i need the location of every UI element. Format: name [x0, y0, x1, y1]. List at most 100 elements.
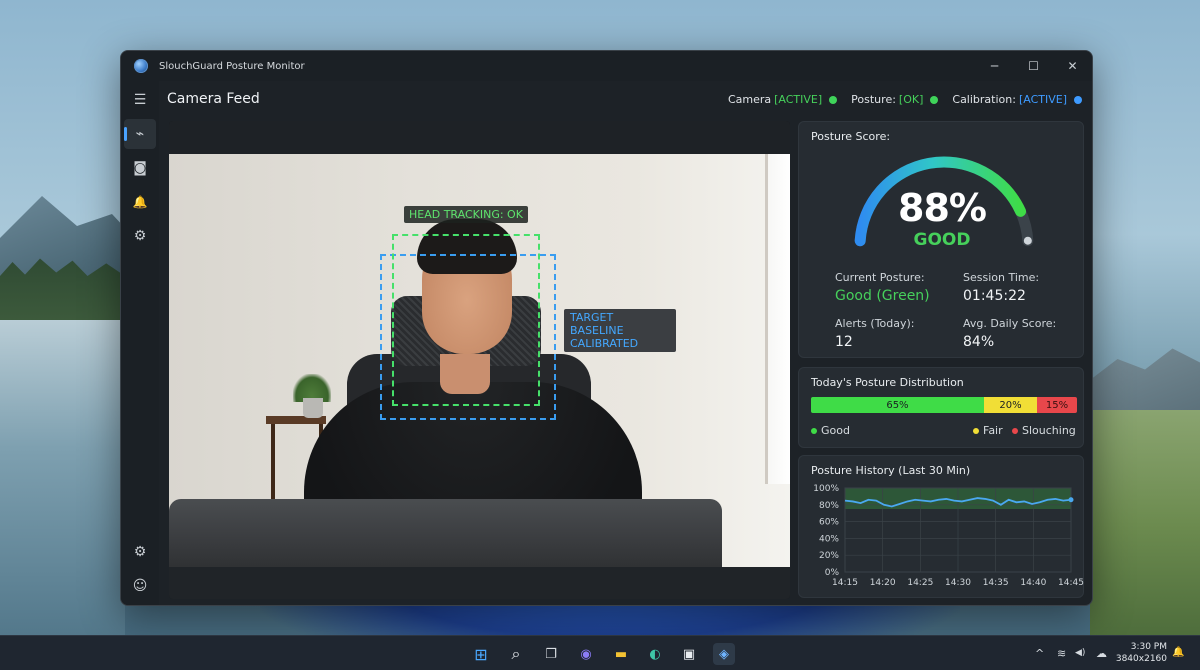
- y-tick-label: 40%: [819, 534, 839, 544]
- posture-status-name: Posture:: [851, 93, 896, 106]
- legend-fair: Fair: [973, 424, 1003, 437]
- calibration-status-state: [ACTIVE]: [1018, 93, 1067, 106]
- wallpaper-lake-left: [0, 320, 125, 640]
- posture-distribution-card: Today's Posture Distribution 65% 20% 15%…: [798, 367, 1084, 448]
- settings-gear-icon[interactable]: ⚙: [124, 537, 156, 567]
- current-posture-label: Current Posture:: [835, 271, 925, 284]
- alerts-value: 12: [835, 334, 853, 350]
- wallpaper-field-right: [1090, 410, 1200, 640]
- camera-video-frame: HEAD TRACKING: OK TARGET BASELINE CALIBR…: [169, 154, 790, 567]
- store-icon[interactable]: ▣: [678, 643, 700, 665]
- camera-status-name: Camera: [727, 93, 772, 106]
- edge-browser-icon[interactable]: ◐: [644, 643, 666, 665]
- y-tick-label: 100%: [813, 484, 839, 494]
- bell-icon[interactable]: 🔔: [124, 187, 156, 217]
- legend-slouching: Slouching: [1012, 424, 1076, 437]
- x-tick-label: 14:40: [1020, 578, 1046, 588]
- legend-good-dot: [811, 427, 817, 434]
- history-title: Posture History (Last 30 Min): [811, 464, 971, 477]
- user-profile-icon[interactable]: ☺: [124, 571, 156, 601]
- x-tick-label: 14:45: [1058, 578, 1084, 588]
- distribution-fair-segment: 20%: [983, 397, 1038, 413]
- posture-status-dot: [930, 95, 939, 104]
- search-icon[interactable]: ⌕: [505, 643, 527, 665]
- avg-score-value: 84%: [963, 334, 995, 350]
- camera-status-dot: [829, 95, 838, 104]
- task-view-icon[interactable]: ❐: [540, 643, 562, 665]
- legend-slouching-dot: [1012, 427, 1018, 434]
- cloud-icon[interactable]: ☁: [1096, 647, 1107, 660]
- wifi-icon[interactable]: ≋: [1057, 647, 1066, 660]
- page-title: Camera Feed: [167, 91, 260, 107]
- x-tick-label: 14:35: [983, 578, 1009, 588]
- gear-icon[interactable]: ⚙: [124, 221, 156, 251]
- current-posture-value: Good (Green): [835, 288, 930, 304]
- head-tracking-label: HEAD TRACKING: OK: [404, 206, 528, 223]
- target-baseline-line2: CALIBRATED: [570, 337, 639, 350]
- distribution-title: Today's Posture Distribution: [811, 376, 964, 389]
- taskbar-clock[interactable]: 3:30 PM 3840x2160: [1116, 641, 1167, 665]
- avg-score-label: Avg. Daily Score:: [963, 317, 1057, 330]
- distribution-slouching-segment: 15%: [1037, 397, 1077, 413]
- app-title: SlouchGuard Posture Monitor: [159, 60, 305, 72]
- head-tracking-box: [392, 234, 540, 406]
- camera-bottom-bar: [169, 567, 790, 599]
- teams-chat-icon[interactable]: ◉: [575, 643, 597, 665]
- calibration-status-name: Calibration:: [952, 93, 1016, 106]
- calibration-status-dot: [1074, 95, 1082, 104]
- posture-score-title: Posture Score:: [811, 130, 891, 143]
- close-button[interactable]: ✕: [1053, 51, 1092, 81]
- hamburger-menu-icon[interactable]: ☰: [124, 85, 156, 115]
- x-tick-label: 14:25: [907, 578, 933, 588]
- score-value: 88%: [898, 186, 987, 230]
- target-baseline-label: TARGET BASELINE CALIBRATED: [564, 309, 676, 352]
- notification-bell-icon[interactable]: 🔔: [1172, 647, 1184, 658]
- camera-feed-panel[interactable]: HEAD TRACKING: OK TARGET BASELINE CALIBR…: [169, 121, 790, 599]
- legend-slouching-label: Slouching: [1022, 424, 1076, 437]
- maximize-button[interactable]: ☐: [1014, 51, 1053, 81]
- scene-window: [765, 154, 790, 484]
- posture-status: Posture: [OK]: [851, 93, 939, 106]
- taskbar: ⊞ ⌕ ❐ ◉ ▬ ◐ ▣ ◈ ^ ≋ ◀) ☁ 3:30 PM 3840x21…: [0, 635, 1200, 670]
- scene-plant-pot: [303, 398, 323, 418]
- y-tick-label: 0%: [825, 568, 840, 578]
- scene-table-leg: [271, 424, 275, 504]
- legend-good-label: Good: [821, 424, 850, 437]
- session-time-label: Session Time:: [963, 271, 1040, 284]
- y-tick-label: 20%: [819, 551, 839, 561]
- wallpaper-mountain-right: [1090, 348, 1200, 415]
- file-explorer-icon[interactable]: ▬: [610, 643, 632, 665]
- minimize-button[interactable]: ─: [975, 51, 1014, 81]
- windows-start-icon[interactable]: ⊞: [470, 643, 492, 665]
- camera-status: Camera [ACTIVE]: [727, 93, 838, 106]
- window-controls: ─ ☐ ✕: [975, 51, 1092, 81]
- legend-fair-dot: [973, 427, 979, 434]
- session-time-value: 01:45:22: [963, 288, 1026, 304]
- camera-icon[interactable]: ◙: [124, 153, 156, 183]
- camera-top-bar: [169, 121, 790, 154]
- latest-point: [1068, 497, 1074, 503]
- alerts-label: Alerts (Today):: [835, 317, 915, 330]
- y-tick-label: 80%: [819, 501, 839, 511]
- x-tick-label: 14:30: [945, 578, 971, 588]
- posture-history-chart: 100% 80% 60% 40% 20% 0%14:15 14:20 14:25 14:30 14…: [813, 484, 1084, 588]
- legend-fair-label: Fair: [983, 424, 1003, 437]
- waveform-icon[interactable]: ⌁: [124, 119, 156, 149]
- sidebar: ☰ ⌁ ◙ 🔔 ⚙ ⚙ ☺: [121, 81, 159, 605]
- app-logo-icon: [134, 59, 148, 73]
- scene-laptop: [169, 499, 722, 567]
- status-bar: Camera [ACTIVE] Posture: [OK] Calibratio…: [728, 93, 1082, 106]
- volume-icon[interactable]: ◀): [1075, 648, 1085, 658]
- target-baseline-line1: TARGET BASELINE: [570, 311, 624, 337]
- score-label: GOOD: [913, 230, 971, 250]
- title-bar[interactable]: SlouchGuard Posture Monitor ─ ☐ ✕: [121, 51, 1092, 81]
- posture-history-card: Posture History (Last 30 Min) 100% 80% 60%…: [798, 455, 1084, 598]
- posture-status-state: [OK]: [898, 93, 924, 106]
- posture-score-card: Posture Score: 88% GOOD Current Posture:…: [798, 121, 1084, 358]
- tray-chevron-icon[interactable]: ^: [1035, 647, 1044, 660]
- x-tick-label: 14:15: [832, 578, 858, 588]
- clock-subtext: 3840x2160: [1115, 654, 1167, 664]
- app-window: SlouchGuard Posture Monitor ─ ☐ ✕ ☰ ⌁ ◙ …: [120, 50, 1093, 606]
- slouchguard-app-icon[interactable]: ◈: [713, 643, 735, 665]
- distribution-bar: 65% 20% 15%: [811, 397, 1077, 413]
